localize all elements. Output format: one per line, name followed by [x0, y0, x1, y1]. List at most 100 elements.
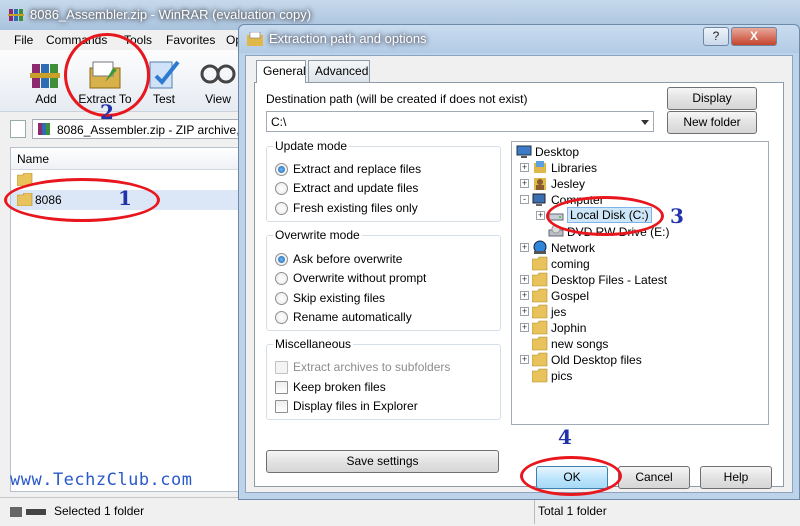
up-folder-button[interactable] [10, 120, 26, 138]
tree-label: Gospel [551, 289, 590, 303]
tab-advanced[interactable]: Advanced [308, 60, 370, 82]
folder-tree[interactable]: Desktop + Libraries + Jesley - Computer [511, 141, 769, 425]
tree-node-desktop-files-latest[interactable]: + Desktop Files - Latest [520, 272, 760, 288]
radio-unselected[interactable] [275, 272, 288, 285]
menu-favorites[interactable]: Favorites [166, 33, 215, 47]
destination-label: Destination path (will be created if doe… [266, 92, 528, 106]
test-check-icon [149, 60, 180, 89]
folder-icon [532, 352, 548, 367]
tree-node-gospel[interactable]: + Gospel [520, 288, 760, 304]
new-folder-button[interactable]: New folder [667, 111, 757, 134]
tree-label: Jophin [551, 321, 587, 335]
tree-label: Old Desktop files [551, 353, 642, 367]
destination-path-combo[interactable]: C:\ [266, 111, 654, 132]
dialog-close-button[interactable]: X [731, 27, 777, 46]
expand-icon[interactable]: + [520, 291, 529, 300]
expand-icon[interactable]: + [520, 323, 529, 332]
desktop-icon [516, 145, 532, 158]
expand-icon[interactable]: + [520, 179, 529, 188]
misc-option-label: Keep broken files [293, 380, 386, 394]
status-bar: Selected 1 folder Total 1 folder [0, 497, 800, 526]
update-option-label: Extract and update files [293, 181, 419, 195]
display-button[interactable]: Display [667, 87, 757, 110]
folder-icon [532, 336, 548, 351]
expand-icon[interactable]: + [520, 307, 529, 316]
update-option-label: Extract and replace files [293, 162, 422, 176]
tree-label: Jesley [551, 177, 586, 191]
expand-icon[interactable]: + [520, 163, 529, 172]
radio-unselected[interactable] [275, 182, 288, 195]
network-icon [533, 240, 547, 254]
status-separator [534, 500, 535, 524]
tree-node-new-songs[interactable]: new songs [520, 336, 760, 352]
radio-selected[interactable] [275, 253, 288, 266]
tree-label: Desktop [535, 145, 580, 159]
dialog-title: Extraction path and options [269, 31, 427, 46]
folder-icon [532, 320, 548, 335]
checkbox-disabled [275, 361, 288, 374]
annotation-ring-1 [4, 178, 160, 222]
winrar-app-icon [8, 9, 24, 21]
dialog-app-icon [247, 32, 263, 46]
status-selection: Selected 1 folder [54, 504, 145, 518]
expand-icon[interactable]: + [520, 355, 529, 364]
annotation-number-1: 1 [118, 186, 132, 210]
column-name-label: Name [17, 152, 50, 166]
annotation-number-4: 4 [558, 425, 572, 449]
tree-node-old-desktop-files[interactable]: + Old Desktop files [520, 352, 760, 368]
dialog-body: General Advanced Destination path (will … [245, 55, 793, 493]
expand-icon[interactable]: + [520, 243, 529, 252]
save-settings-button[interactable]: Save settings [266, 450, 499, 473]
status-icons [10, 507, 46, 517]
annotation-ring-4 [520, 456, 622, 496]
tree-node-jophin[interactable]: + Jophin [520, 320, 760, 336]
tree-node-jesley[interactable]: + Jesley [520, 176, 760, 192]
annotation-number-2: 2 [100, 100, 114, 124]
tree-node-libraries[interactable]: + Libraries [520, 160, 760, 176]
collapse-icon[interactable]: - [520, 195, 529, 204]
folder-icon [532, 256, 548, 271]
dialog-help-title-button[interactable]: ? [703, 27, 729, 46]
checkbox-unchecked[interactable] [275, 381, 288, 394]
tree-node-desktop[interactable]: Desktop [516, 144, 756, 160]
update-mode-title: Update mode [273, 139, 350, 153]
chevron-down-icon[interactable] [641, 120, 649, 125]
general-panel: Destination path (will be created if doe… [254, 82, 784, 487]
tree-node-pics[interactable]: pics [520, 368, 760, 384]
tree-label: Desktop Files - Latest [551, 273, 668, 287]
miscellaneous-group: Miscellaneous Extract archives to subfol… [266, 337, 501, 420]
misc-option-label: Display files in Explorer [293, 399, 418, 413]
annotation-number-3: 3 [670, 204, 684, 228]
tree-node-coming[interactable]: coming [520, 256, 760, 272]
overwrite-option-label: Ask before overwrite [293, 252, 403, 266]
update-option-label: Fresh existing files only [293, 201, 418, 215]
cancel-button[interactable]: Cancel [618, 466, 690, 489]
radio-unselected[interactable] [275, 202, 288, 215]
annotation-ring-3 [546, 196, 664, 236]
radio-selected[interactable] [275, 163, 288, 176]
tree-node-network[interactable]: + Network [520, 240, 760, 256]
update-mode-group: Update mode Extract and replace files Ex… [266, 139, 501, 222]
libraries-icon [534, 161, 546, 173]
expand-icon[interactable]: + [520, 275, 529, 284]
folder-icon [532, 368, 548, 383]
tab-general[interactable]: General [256, 60, 306, 83]
watermark-text: www.TechzClub.com [10, 470, 193, 490]
tree-node-jes[interactable]: + jes [520, 304, 760, 320]
radio-unselected[interactable] [275, 311, 288, 324]
extraction-dialog: Extraction path and options ? X General … [238, 24, 800, 500]
folder-icon [532, 304, 548, 319]
overwrite-mode-group: Overwrite mode Ask before overwrite Over… [266, 228, 501, 331]
tree-label: jes [551, 305, 567, 319]
expand-icon[interactable]: + [536, 211, 545, 220]
menu-file[interactable]: File [14, 33, 33, 47]
tree-label: new songs [551, 337, 609, 351]
radio-unselected[interactable] [275, 292, 288, 305]
dialog-title-bar[interactable]: Extraction path and options ? X [239, 25, 799, 53]
tree-label: Network [551, 241, 596, 255]
help-button[interactable]: Help [700, 466, 772, 489]
add-label: Add [35, 92, 57, 106]
tree-label: coming [551, 257, 590, 271]
miscellaneous-title: Miscellaneous [273, 337, 354, 351]
checkbox-unchecked[interactable] [275, 400, 288, 413]
